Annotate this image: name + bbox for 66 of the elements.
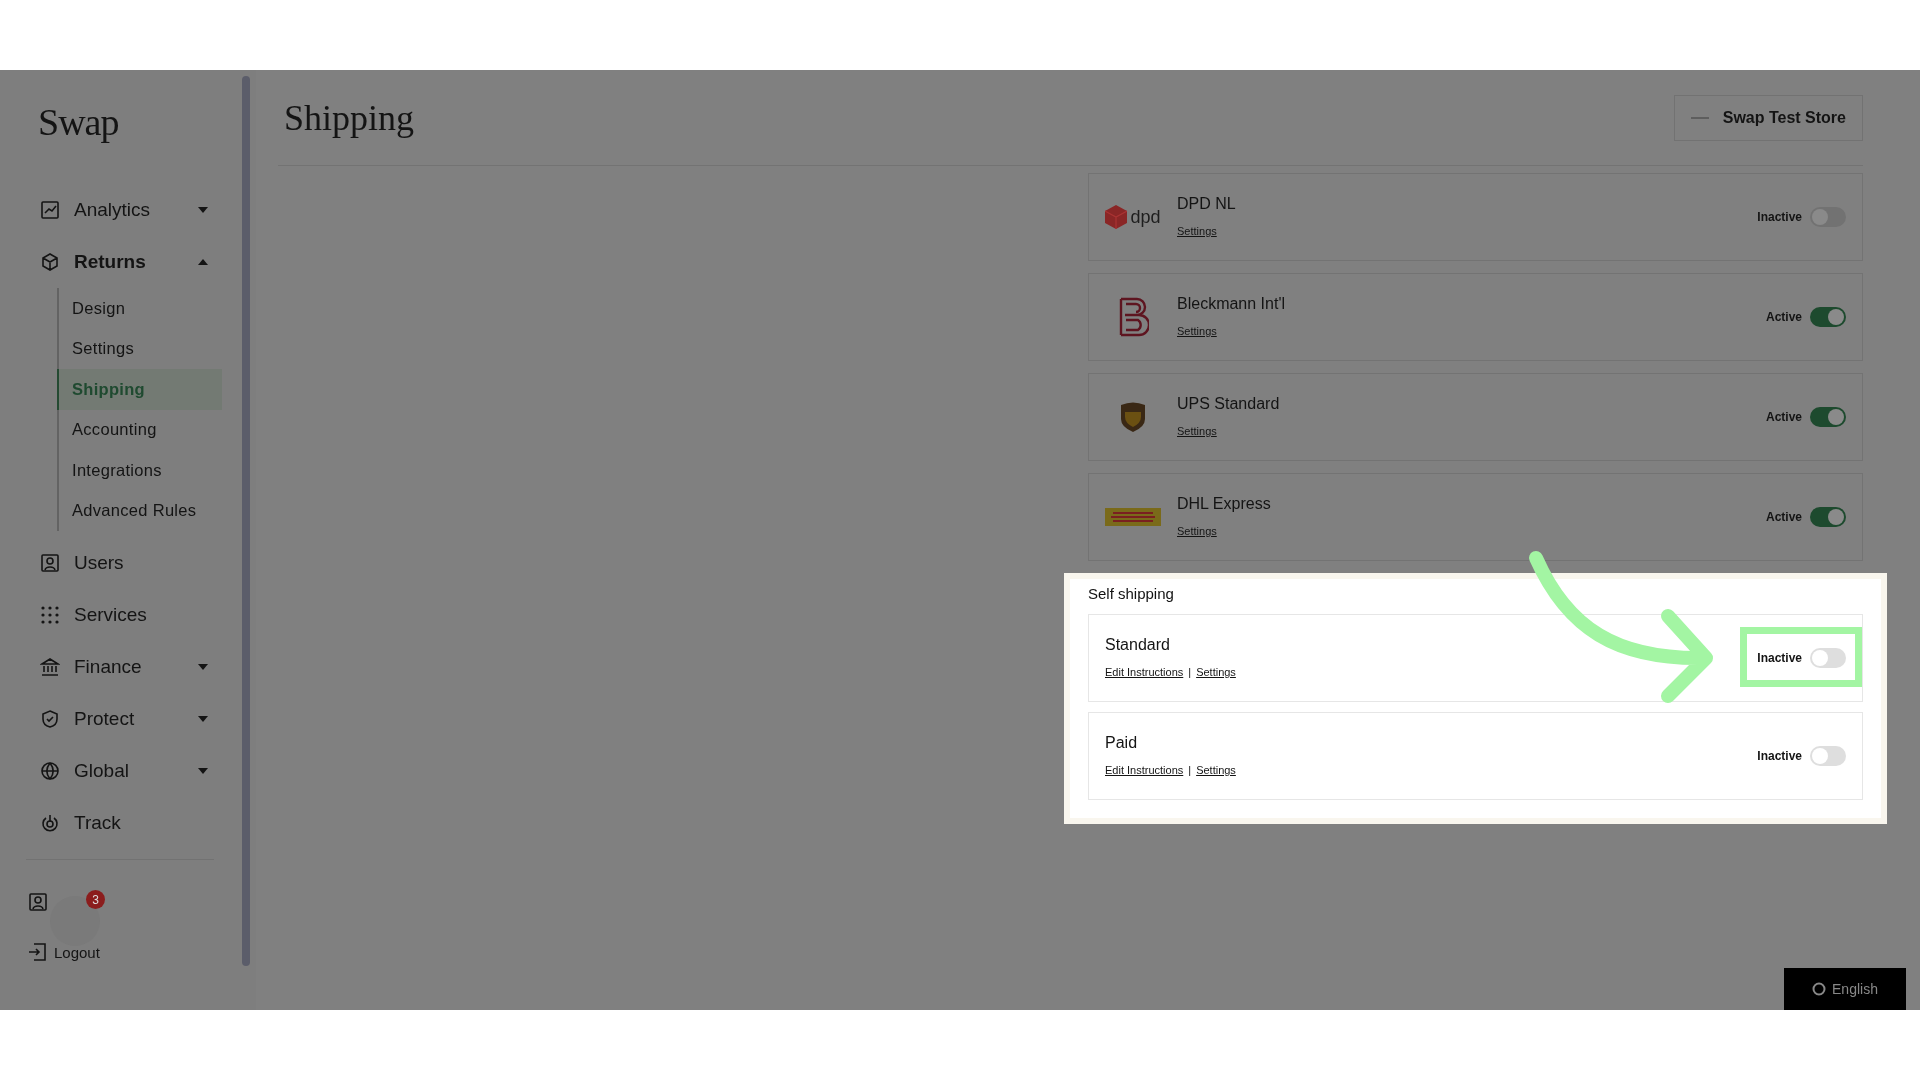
toggle-switch[interactable] bbox=[1810, 407, 1846, 427]
method-link[interactable]: Settings bbox=[1196, 666, 1236, 678]
nav-item[interactable]: Finance bbox=[0, 641, 236, 693]
cube-icon bbox=[1105, 205, 1128, 229]
nav-item[interactable]: Returns bbox=[0, 236, 236, 288]
toggle-switch[interactable] bbox=[1810, 507, 1846, 527]
method-name: Paid bbox=[1105, 734, 1139, 752]
nav-subitem[interactable]: Advanced Rules bbox=[57, 490, 222, 531]
status-label: Inactive bbox=[1757, 749, 1802, 763]
store-button[interactable]: Swap Test Store bbox=[1673, 94, 1863, 141]
globe-icon bbox=[40, 761, 60, 781]
method-link[interactable]: Edit Instructions bbox=[1105, 666, 1184, 678]
box-icon bbox=[40, 252, 60, 272]
logo-icon bbox=[1105, 508, 1161, 526]
logout-icon[interactable] bbox=[28, 943, 46, 961]
method-link[interactable]: Settings bbox=[1196, 764, 1236, 776]
nav-item[interactable]: Analytics bbox=[0, 184, 236, 236]
avatar[interactable] bbox=[50, 896, 100, 946]
carrier-name: Bleckmann Int'l bbox=[1177, 295, 1286, 313]
status-label: Active bbox=[1765, 310, 1802, 324]
nav-subitem[interactable]: Shipping bbox=[57, 369, 222, 410]
notification-badge: 3 bbox=[86, 890, 105, 909]
logo-icon bbox=[1117, 295, 1149, 339]
shield-icon bbox=[40, 709, 60, 729]
grid-icon bbox=[40, 605, 60, 625]
logout-link[interactable]: Logout bbox=[54, 943, 100, 961]
language-button[interactable]: English bbox=[1784, 968, 1906, 1010]
settings-link[interactable]: Settings bbox=[1177, 225, 1217, 237]
carrier-name: DHL Express bbox=[1177, 495, 1272, 513]
nav-subitem[interactable]: Settings bbox=[57, 328, 222, 369]
page-title: Shipping bbox=[284, 96, 415, 139]
method-link[interactable]: Edit Instructions bbox=[1105, 764, 1184, 776]
circle-icon bbox=[1812, 982, 1827, 996]
nav-item[interactable]: Global bbox=[0, 745, 236, 797]
logo: Swap bbox=[38, 100, 120, 144]
toggle-switch[interactable] bbox=[1810, 648, 1846, 668]
separator: | bbox=[1188, 666, 1192, 678]
carrier-name: DPD NL bbox=[1177, 195, 1237, 213]
nav-subitem[interactable]: Design bbox=[57, 288, 222, 329]
settings-link[interactable]: Settings bbox=[1177, 525, 1217, 537]
user-icon bbox=[40, 553, 60, 573]
toggle-switch[interactable] bbox=[1810, 207, 1846, 227]
logo-text: dpd bbox=[1130, 206, 1161, 228]
status-label: Inactive bbox=[1757, 210, 1802, 224]
method-name: Standard bbox=[1105, 636, 1171, 654]
settings-link[interactable]: Settings bbox=[1177, 325, 1217, 337]
status-label: Active bbox=[1765, 410, 1802, 424]
toggle-switch[interactable] bbox=[1810, 307, 1846, 327]
bank-icon bbox=[40, 657, 60, 677]
scrollbar[interactable] bbox=[242, 76, 250, 966]
carrier-name: UPS Standard bbox=[1177, 395, 1281, 413]
nav-subitem[interactable]: Integrations bbox=[57, 450, 222, 491]
shield-logo-icon bbox=[1120, 402, 1146, 432]
separator: | bbox=[1188, 764, 1192, 776]
settings-link[interactable]: Settings bbox=[1177, 425, 1217, 437]
nav-subitem[interactable]: Accounting bbox=[57, 409, 222, 450]
toggle-switch[interactable] bbox=[1810, 746, 1846, 766]
nav-item[interactable]: Track bbox=[0, 797, 236, 849]
section-title: Self shipping bbox=[1088, 585, 1175, 602]
nav-item[interactable]: Services bbox=[0, 589, 236, 641]
user-icon bbox=[28, 892, 48, 912]
status-label: Inactive bbox=[1757, 651, 1802, 665]
nav-item[interactable]: Users bbox=[0, 537, 236, 589]
nav-item[interactable]: Protect bbox=[0, 693, 236, 745]
chart-icon bbox=[40, 200, 60, 220]
status-label: Active bbox=[1765, 510, 1802, 524]
